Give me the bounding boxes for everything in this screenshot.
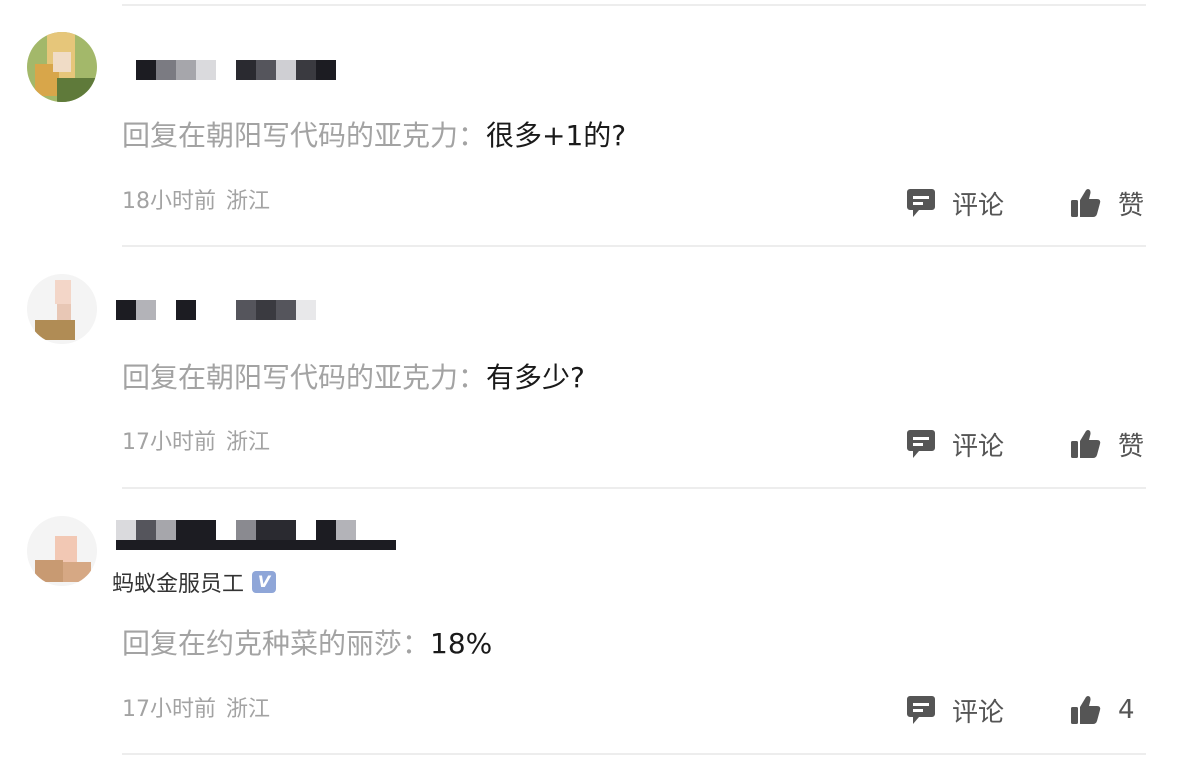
comment-button[interactable]: 评论	[906, 426, 1004, 462]
comment-bubble-icon	[907, 189, 935, 217]
comment-button[interactable]: 评论	[906, 185, 1004, 221]
reply-text: 回复在朝阳写代码的亚克力：很多+1的?	[122, 118, 626, 154]
avatar[interactable]	[27, 516, 97, 586]
comment-button-label: 评论	[952, 190, 1005, 221]
comment-meta: 17小时前 浙江	[122, 429, 270, 457]
timestamp: 17小时前	[122, 430, 216, 455]
comment-bubble-icon	[907, 696, 935, 724]
thumbs-up-icon	[1071, 430, 1101, 458]
thumbs-up-icon	[1071, 189, 1101, 217]
comment-button-label: 评论	[952, 431, 1005, 462]
divider	[122, 753, 1146, 755]
divider-top	[122, 4, 1146, 6]
like-count: 赞	[1118, 431, 1145, 462]
location: 浙江	[226, 430, 271, 455]
employee-badge: 蚂蚁金服员工 V	[112, 566, 277, 598]
location: 浙江	[226, 697, 271, 722]
reply-text: 回复在约克种菜的丽莎：18%	[122, 626, 492, 662]
reply-prefix[interactable]: 回复在朝阳写代码的亚克力：	[122, 119, 486, 152]
location: 浙江	[226, 189, 271, 214]
badge-text: 蚂蚁金服员工	[112, 572, 245, 597]
divider	[122, 245, 1146, 247]
comment-button-label: 评论	[952, 697, 1005, 728]
timestamp: 17小时前	[122, 697, 216, 722]
comment-meta: 18小时前 浙江	[122, 188, 270, 216]
avatar[interactable]	[27, 274, 97, 344]
reply-prefix[interactable]: 回复在约克种菜的丽莎：	[122, 627, 430, 660]
reply-body: 18%	[430, 627, 493, 660]
comment-button[interactable]: 评论	[906, 692, 1004, 728]
reply-prefix[interactable]: 回复在朝阳写代码的亚克力：	[122, 361, 486, 394]
reply-body: 有多少?	[486, 361, 585, 394]
comment-meta: 17小时前 浙江	[122, 696, 270, 724]
timestamp: 18小时前	[122, 189, 216, 214]
like-count: 4	[1118, 695, 1135, 725]
like-button[interactable]: 赞	[1070, 426, 1144, 462]
like-count: 赞	[1118, 190, 1145, 221]
reply-body: 很多+1的?	[486, 119, 627, 152]
avatar[interactable]	[27, 32, 97, 102]
like-button[interactable]: 4	[1070, 692, 1135, 728]
divider	[122, 487, 1146, 489]
comment-bubble-icon	[907, 430, 935, 458]
verified-v-icon: V	[252, 571, 277, 593]
thumbs-up-icon	[1071, 696, 1101, 724]
reply-text: 回复在朝阳写代码的亚克力：有多少?	[122, 360, 585, 396]
like-button[interactable]: 赞	[1070, 185, 1144, 221]
